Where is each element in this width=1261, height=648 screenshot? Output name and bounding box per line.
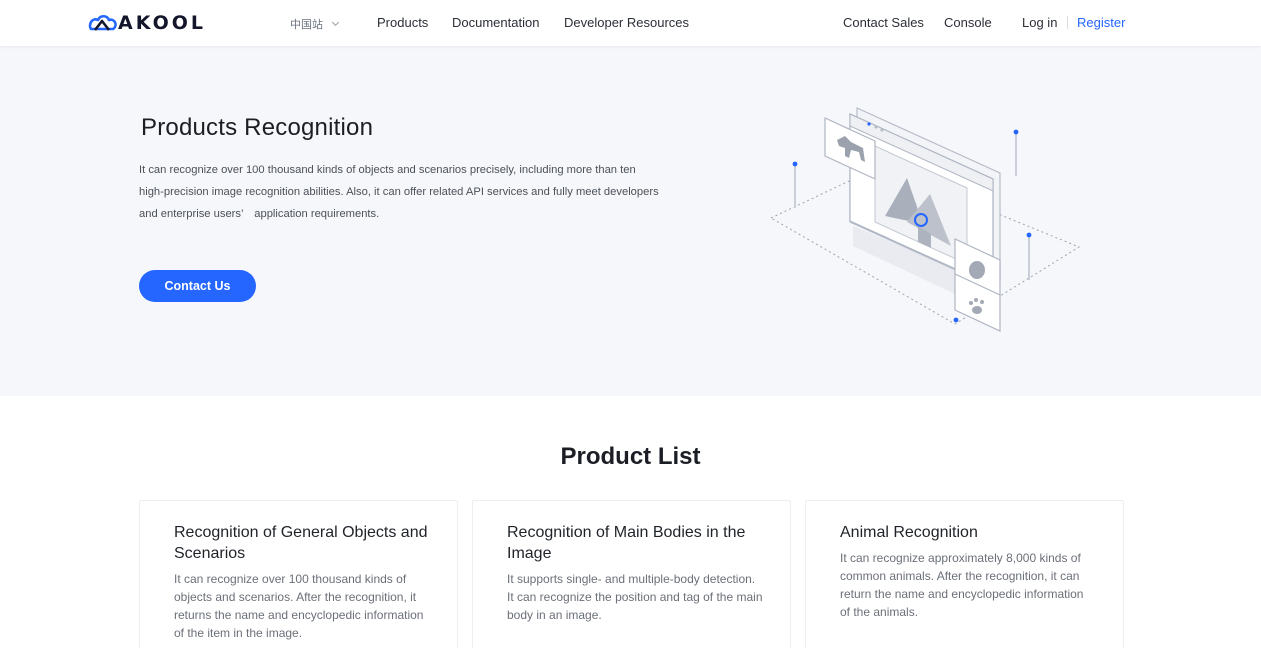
nav-console[interactable]: Console: [944, 15, 992, 30]
product-list-title: Product List: [560, 443, 701, 470]
brand-name: AKOOL: [118, 12, 206, 34]
nav-products[interactable]: Products: [377, 15, 428, 30]
contact-us-button[interactable]: Contact Us: [139, 270, 256, 302]
hero-description: It can recognize over 100 thousand kinds…: [139, 164, 659, 220]
page-title: Products Recognition: [141, 114, 374, 141]
card-title: Recognition of Main Bodies in the Image: [507, 524, 746, 562]
card-title: Recognition of General Objects and Scena…: [174, 524, 428, 562]
top-navigation: AKOOL 中国站 Products Documentation Develop…: [0, 0, 1261, 46]
hero-banner: Products Recognition It can recognize ov…: [0, 46, 1261, 396]
product-card-animal-recognition[interactable]: Animal Recognition It can recognize appr…: [805, 500, 1124, 648]
region-selector[interactable]: 中国站: [290, 16, 340, 32]
akool-logo-icon: [88, 14, 117, 31]
product-card-general-objects[interactable]: Recognition of General Objects and Scena…: [139, 500, 458, 648]
nav-contact-sales[interactable]: Contact Sales: [843, 15, 924, 30]
nav-documentation[interactable]: Documentation: [452, 15, 539, 30]
region-label: 中国站: [290, 19, 323, 31]
chevron-down-icon: [331, 18, 340, 27]
nav-divider: [1067, 16, 1068, 29]
brand-logo[interactable]: AKOOL: [87, 10, 206, 36]
nav-developer-resources[interactable]: Developer Resources: [564, 15, 689, 30]
card-description: It can recognize approximately 8,000 kin…: [840, 551, 1084, 619]
card-description: It can recognize over 100 thousand kinds…: [174, 572, 424, 640]
card-title: Animal Recognition: [840, 524, 978, 541]
register-link[interactable]: Register: [1077, 15, 1125, 30]
login-link[interactable]: Log in: [1022, 15, 1057, 30]
product-card-main-bodies[interactable]: Recognition of Main Bodies in the Image …: [472, 500, 791, 648]
card-description: It supports single- and multiple-body de…: [507, 572, 763, 622]
image-recognition-illustration: [769, 107, 1081, 332]
